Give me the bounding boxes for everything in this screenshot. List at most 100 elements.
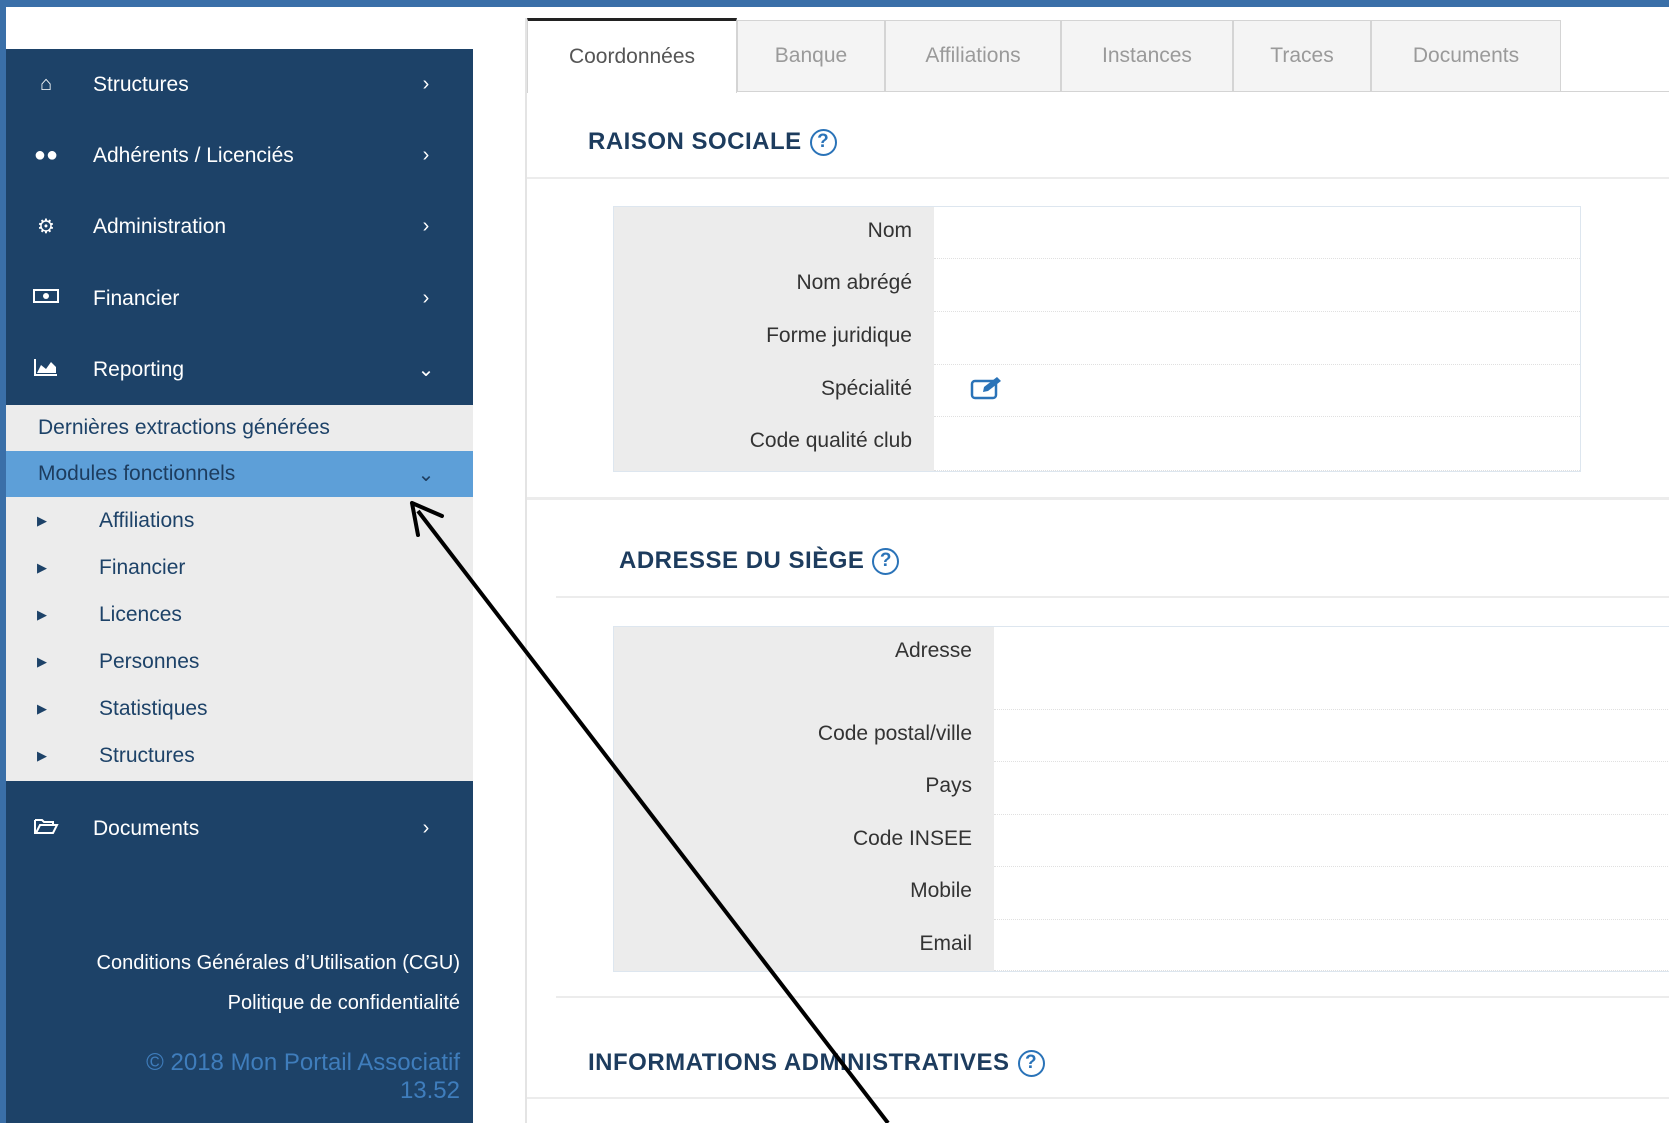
module-item-label: Structures (99, 743, 195, 767)
sidebar-item-administration[interactable]: ⚙ Administration › (6, 191, 473, 262)
field-value-nom[interactable] (934, 207, 1580, 259)
module-item-licences[interactable]: ▶ Licences (6, 591, 473, 638)
help-icon[interactable]: ? (872, 547, 900, 575)
chevron-right-icon: › (422, 215, 430, 237)
submenu-item-label: Modules fonctionnels (38, 462, 236, 485)
module-item-label: Statistiques (99, 696, 208, 720)
field-value-forme-juridique[interactable] (934, 312, 1580, 365)
gears-icon: ⚙ (37, 216, 55, 238)
module-item-financier[interactable]: ▶ Financier (6, 544, 473, 591)
tab-bar: Coordonnées Banque Affiliations Instance… (527, 18, 1669, 93)
chevron-right-icon: › (422, 144, 430, 166)
sidebar-item-reporting[interactable]: Reporting ⌄ (6, 334, 473, 405)
caret-right-icon: ▶ (37, 606, 47, 622)
module-item-structures[interactable]: ▶ Structures (6, 732, 473, 779)
section-divider (527, 177, 1669, 179)
version-number: 13.52 (399, 1077, 460, 1104)
form-row: Nom (614, 207, 1580, 259)
section-divider (556, 996, 1669, 998)
sidebar-item-label: Reporting (93, 357, 185, 381)
chevron-down-icon: ⌄ (417, 359, 435, 381)
help-icon[interactable]: ? (1017, 1049, 1045, 1077)
form-row: Email (614, 920, 1669, 971)
field-label-email: Email (614, 920, 994, 971)
field-value-specialite (934, 365, 1580, 417)
chevron-right-icon: › (422, 287, 430, 309)
module-item-statistiques[interactable]: ▶ Statistiques (6, 685, 473, 732)
caret-right-icon: ▶ (37, 653, 47, 669)
field-value-code-postal-ville[interactable] (994, 710, 1669, 762)
form-row: Code INSEE (614, 815, 1669, 867)
module-item-label: Licences (99, 602, 182, 626)
edit-icon[interactable] (970, 375, 1004, 408)
tab-instances[interactable]: Instances (1061, 20, 1233, 91)
section-title-text: INFORMATIONS ADMINISTRATIVES (588, 1049, 1010, 1076)
tab-affiliations[interactable]: Affiliations (885, 20, 1061, 91)
field-label-mobile: Mobile (614, 867, 994, 920)
sidebar-item-label: Documents (93, 816, 200, 840)
field-value-email[interactable] (994, 920, 1669, 971)
module-item-label: Financier (99, 555, 186, 579)
module-item-affiliations[interactable]: ▶ Affiliations (6, 497, 473, 544)
module-item-label: Personnes (99, 649, 200, 673)
form-row: Mobile (614, 867, 1669, 920)
raison-sociale-form: Nom Nom abrégé Forme juridique Spécialit… (613, 206, 1581, 472)
chevron-right-icon: › (422, 817, 430, 839)
sidebar-item-documents[interactable]: Documents › (6, 793, 473, 864)
form-row: Pays (614, 762, 1669, 815)
form-row: Spécialité (614, 365, 1580, 417)
section-divider (527, 1097, 1669, 1099)
form-row: Adresse (614, 627, 1669, 710)
section-title-text: ADRESSE DU SIÈGE (619, 547, 865, 574)
sidebar-item-financier[interactable]: Financier › (6, 263, 473, 334)
field-value-code-insee[interactable] (994, 815, 1669, 867)
tab-coordonnees[interactable]: Coordonnées (527, 18, 737, 93)
privacy-policy-link[interactable]: Politique de confidentialité (6, 992, 460, 1015)
field-label-code-qualite-club: Code qualité club (614, 417, 934, 471)
content-left-border (525, 18, 527, 1123)
field-value-adresse[interactable] (994, 627, 1669, 710)
form-row: Code postal/ville (614, 710, 1669, 762)
field-value-nom-abrege[interactable] (934, 259, 1580, 312)
help-icon[interactable]: ? (809, 128, 837, 156)
submenu-item-dernieres-extractions[interactable]: Dernières extractions générées (6, 405, 473, 451)
section-divider (527, 497, 1669, 500)
copyright-text: © 2018 Mon Portail Associatif (146, 1049, 460, 1076)
field-label-code-insee: Code INSEE (614, 815, 994, 867)
users-icon: ●● (33, 144, 59, 166)
adresse-form: Adresse Code postal/ville Pays Code INSE… (613, 626, 1669, 972)
tab-documents[interactable]: Documents (1371, 20, 1561, 91)
section-divider (556, 596, 1669, 598)
field-value-mobile[interactable] (994, 867, 1669, 920)
submenu-item-modules-fonctionnels[interactable]: Modules fonctionnels ⌄ (6, 451, 473, 497)
field-label-specialite: Spécialité (614, 365, 934, 417)
field-value-pays[interactable] (994, 762, 1669, 815)
caret-right-icon: ▶ (37, 559, 47, 575)
cgu-link[interactable]: Conditions Générales d’Utilisation (CGU) (4, 952, 460, 975)
module-item-label: Affiliations (99, 508, 195, 532)
reporting-submenu: Dernières extractions générées Modules f… (6, 405, 473, 781)
sidebar-item-adherents[interactable]: ●● Adhérents / Licenciés › (6, 120, 473, 191)
sidebar-item-label: Administration (93, 214, 227, 238)
sidebar-item-structures[interactable]: ⌂ Structures › (6, 49, 473, 120)
window-frame-top (0, 0, 1669, 7)
sidebar: ⌂ Structures › ●● Adhérents / Licenciés … (6, 49, 473, 1123)
field-label-forme-juridique: Forme juridique (614, 312, 934, 365)
chevron-down-icon: ⌄ (417, 463, 435, 486)
field-label-pays: Pays (614, 762, 994, 815)
section-title-raison-sociale: RAISON SOCIALE ? (588, 128, 837, 156)
field-value-code-qualite-club[interactable] (934, 417, 1580, 471)
section-title-adresse-siege: ADRESSE DU SIÈGE ? (619, 547, 900, 575)
header-strip (6, 7, 473, 49)
tab-traces[interactable]: Traces (1233, 20, 1371, 91)
module-item-personnes[interactable]: ▶ Personnes (6, 638, 473, 685)
money-icon (31, 287, 61, 310)
sidebar-item-label: Adhérents / Licenciés (93, 143, 294, 167)
form-row: Code qualité club (614, 417, 1580, 471)
field-label-nom: Nom (614, 207, 934, 259)
area-chart-icon (31, 357, 61, 383)
tab-banque[interactable]: Banque (737, 20, 885, 91)
section-title-text: RAISON SOCIALE (588, 128, 802, 155)
caret-right-icon: ▶ (37, 747, 47, 763)
submenu-item-label: Dernières extractions générées (38, 416, 330, 439)
